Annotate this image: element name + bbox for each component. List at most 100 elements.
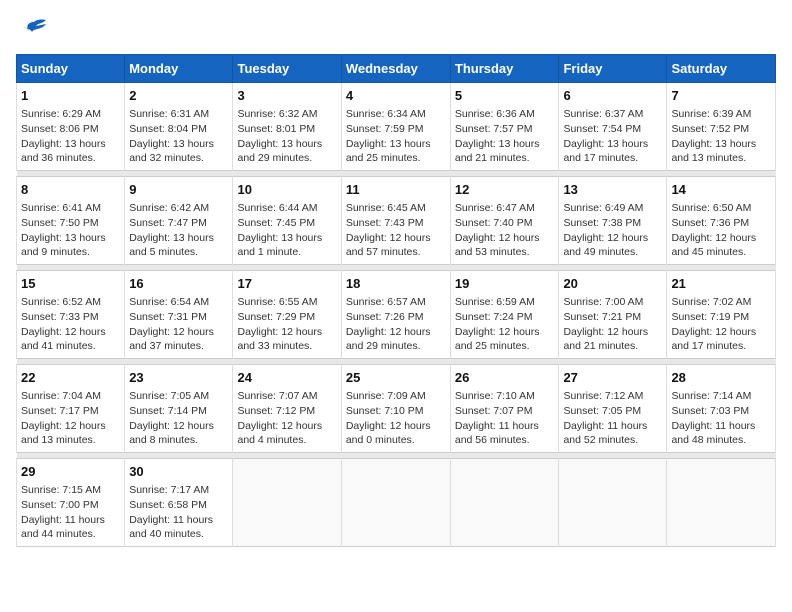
day-number: 24	[237, 369, 336, 387]
calendar-day-cell	[559, 459, 667, 547]
day-info-line: and 4 minutes.	[237, 433, 336, 448]
calendar-day-cell: 17Sunrise: 6:55 AMSunset: 7:29 PMDayligh…	[233, 271, 341, 359]
day-info-line: Sunset: 7:10 PM	[346, 404, 446, 419]
weekday-header-tuesday: Tuesday	[233, 55, 341, 83]
day-number: 25	[346, 369, 446, 387]
calendar-day-cell: 30Sunrise: 7:17 AMSunset: 6:58 PMDayligh…	[125, 459, 233, 547]
day-info-line: Sunset: 7:05 PM	[563, 404, 662, 419]
day-info-line: and 8 minutes.	[129, 433, 228, 448]
day-info-line: Sunset: 7:50 PM	[21, 216, 120, 231]
day-info-line: Sunrise: 6:36 AM	[455, 107, 555, 122]
calendar-day-cell: 21Sunrise: 7:02 AMSunset: 7:19 PMDayligh…	[667, 271, 776, 359]
weekday-header-thursday: Thursday	[450, 55, 559, 83]
day-number: 27	[563, 369, 662, 387]
day-info-line: and 32 minutes.	[129, 151, 228, 166]
day-info-line: Sunrise: 6:55 AM	[237, 295, 336, 310]
day-info-line: and 45 minutes.	[671, 245, 771, 260]
day-info-line: and 33 minutes.	[237, 339, 336, 354]
calendar-day-cell: 6Sunrise: 6:37 AMSunset: 7:54 PMDaylight…	[559, 83, 667, 171]
day-info-line: Sunset: 7:47 PM	[129, 216, 228, 231]
day-info-line: and 25 minutes.	[346, 151, 446, 166]
day-info-line: Sunset: 7:17 PM	[21, 404, 120, 419]
day-number: 22	[21, 369, 120, 387]
calendar-day-cell: 5 Sunrise: 6:36 AMSunset: 7:57 PMDaylight…	[450, 83, 559, 171]
calendar-week-row: 22Sunrise: 7:04 AMSunset: 7:17 PMDayligh…	[17, 365, 776, 453]
day-info-line: Sunset: 7:45 PM	[237, 216, 336, 231]
day-info-line: Daylight: 12 hours	[21, 419, 120, 434]
day-info-line: Sunset: 7:07 PM	[455, 404, 555, 419]
weekday-header-friday: Friday	[559, 55, 667, 83]
day-info-line: and 21 minutes.	[563, 339, 662, 354]
day-number: 6	[563, 87, 662, 105]
day-info-line: Daylight: 12 hours	[671, 325, 771, 340]
calendar-day-cell: 7Sunrise: 6:39 AMSunset: 7:52 PMDaylight…	[667, 83, 776, 171]
calendar-day-cell: 13Sunrise: 6:49 AMSunset: 7:38 PMDayligh…	[559, 177, 667, 265]
day-info-line: Sunrise: 6:59 AM	[455, 295, 555, 310]
calendar-day-cell: 2Sunrise: 6:31 AMSunset: 8:04 PMDaylight…	[125, 83, 233, 171]
day-info-line: Sunset: 7:12 PM	[237, 404, 336, 419]
calendar-day-cell: 22 Sunrise: 7:04 AMSunset: 7:17 PMDayligh…	[17, 365, 125, 453]
day-info-line: and 21 minutes.	[455, 151, 555, 166]
day-number: 5	[455, 87, 555, 105]
day-info-line: and 29 minutes.	[237, 151, 336, 166]
calendar-day-cell: 3Sunrise: 6:32 AMSunset: 8:01 PMDaylight…	[233, 83, 341, 171]
day-info-line: Sunset: 7:14 PM	[129, 404, 228, 419]
day-info-line: Sunset: 7:38 PM	[563, 216, 662, 231]
calendar-week-row: 1Sunrise: 6:29 AMSunset: 8:06 PMDaylight…	[17, 83, 776, 171]
calendar-day-cell: 11Sunrise: 6:45 AMSunset: 7:43 PMDayligh…	[341, 177, 450, 265]
weekday-header-wednesday: Wednesday	[341, 55, 450, 83]
day-number: 7	[671, 87, 771, 105]
weekday-header-monday: Monday	[125, 55, 233, 83]
day-number: 28	[671, 369, 771, 387]
day-info-line: and 13 minutes.	[21, 433, 120, 448]
calendar-day-cell	[341, 459, 450, 547]
calendar-day-cell: 9Sunrise: 6:42 AMSunset: 7:47 PMDaylight…	[125, 177, 233, 265]
day-info-line: Sunrise: 6:45 AM	[346, 201, 446, 216]
day-info-line: Daylight: 12 hours	[129, 325, 228, 340]
day-info-line: Daylight: 12 hours	[346, 419, 446, 434]
calendar-day-cell: 10Sunrise: 6:44 AMSunset: 7:45 PMDayligh…	[233, 177, 341, 265]
calendar-day-cell: 14Sunrise: 6:50 AMSunset: 7:36 PMDayligh…	[667, 177, 776, 265]
day-number: 26	[455, 369, 555, 387]
day-info-line: Sunrise: 6:39 AM	[671, 107, 771, 122]
day-info-line: Daylight: 13 hours	[455, 137, 555, 152]
day-info-line: Sunset: 7:59 PM	[346, 122, 446, 137]
day-info-line: Sunrise: 7:12 AM	[563, 389, 662, 404]
day-info-line: and 56 minutes.	[455, 433, 555, 448]
day-info-line: Sunrise: 7:00 AM	[563, 295, 662, 310]
day-info-line: Sunrise: 6:44 AM	[237, 201, 336, 216]
day-info-line: Sunrise: 6:52 AM	[21, 295, 120, 310]
calendar-week-row: 15Sunrise: 6:52 AMSunset: 7:33 PMDayligh…	[17, 271, 776, 359]
day-info-line: Sunset: 7:33 PM	[21, 310, 120, 325]
day-info-line: and 40 minutes.	[129, 527, 228, 542]
day-info-line: Sunset: 7:57 PM	[455, 122, 555, 137]
day-number: 4	[346, 87, 446, 105]
weekday-header-sunday: Sunday	[17, 55, 125, 83]
day-info-line: and 37 minutes.	[129, 339, 228, 354]
logo	[16, 16, 48, 44]
day-number: 18	[346, 275, 446, 293]
day-number: 29	[21, 463, 120, 481]
day-number: 2	[129, 87, 228, 105]
calendar-day-cell: 26Sunrise: 7:10 AMSunset: 7:07 PMDayligh…	[450, 365, 559, 453]
calendar-day-cell: 18Sunrise: 6:57 AMSunset: 7:26 PMDayligh…	[341, 271, 450, 359]
day-info-line: Sunrise: 7:14 AM	[671, 389, 771, 404]
day-info-line: Daylight: 11 hours	[455, 419, 555, 434]
day-info-line: Daylight: 12 hours	[129, 419, 228, 434]
day-number: 14	[671, 181, 771, 199]
day-info-line: and 9 minutes.	[21, 245, 120, 260]
day-info-line: Sunrise: 7:04 AM	[21, 389, 120, 404]
day-info-line: Daylight: 11 hours	[129, 513, 228, 528]
day-info-line: Sunrise: 7:09 AM	[346, 389, 446, 404]
day-info-line: and 57 minutes.	[346, 245, 446, 260]
day-info-line: Sunset: 7:31 PM	[129, 310, 228, 325]
day-number: 17	[237, 275, 336, 293]
day-number: 1	[21, 87, 120, 105]
day-info-line: Daylight: 12 hours	[237, 325, 336, 340]
calendar-day-cell: 16Sunrise: 6:54 AMSunset: 7:31 PMDayligh…	[125, 271, 233, 359]
day-info-line: Daylight: 11 hours	[671, 419, 771, 434]
day-info-line: and 53 minutes.	[455, 245, 555, 260]
day-info-line: Daylight: 12 hours	[21, 325, 120, 340]
day-info-line: Sunset: 8:04 PM	[129, 122, 228, 137]
day-info-line: Sunset: 7:24 PM	[455, 310, 555, 325]
